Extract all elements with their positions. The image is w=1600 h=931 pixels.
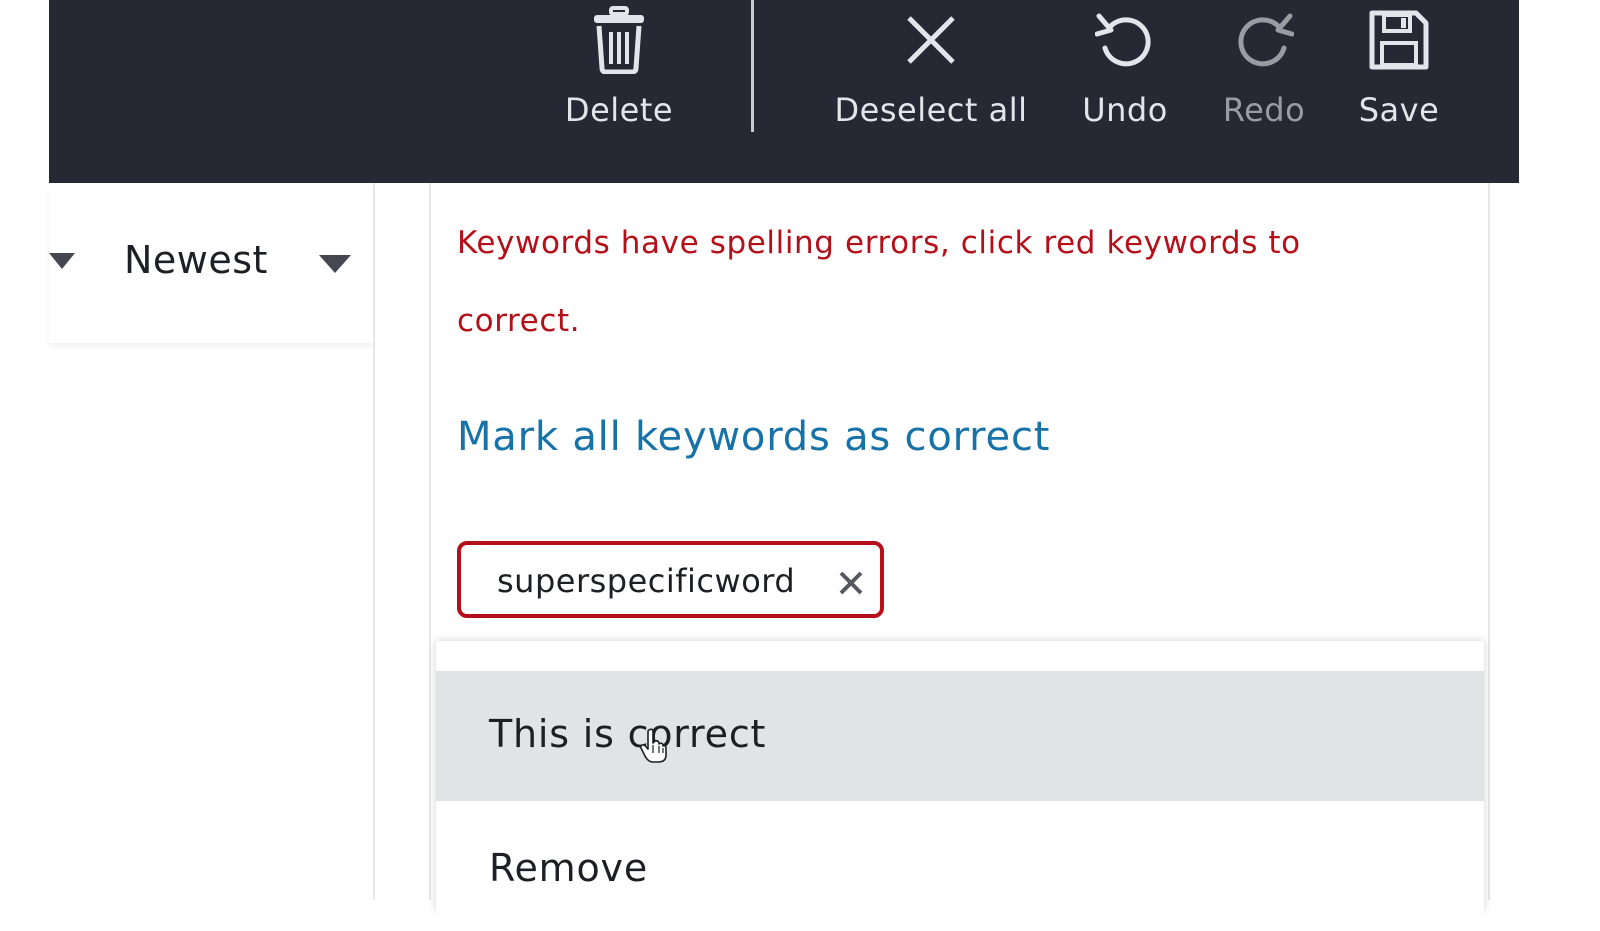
deselect-all-button[interactable]: Deselect all [833, 0, 1029, 183]
hand-pointer-cursor-icon [639, 728, 668, 764]
close-x-icon [833, 6, 1029, 74]
column-divider [373, 183, 375, 900]
sort-dropdown-value[interactable]: Newest [124, 235, 268, 285]
trash-icon [569, 6, 669, 74]
floppy-disk-icon [1354, 6, 1444, 74]
sort-panel: Newest [49, 183, 373, 343]
undo-button[interactable]: Undo [1079, 0, 1171, 183]
column-divider [1488, 183, 1490, 900]
chevron-down-icon[interactable] [49, 253, 75, 269]
keyword-chip[interactable]: superspecificword [457, 541, 884, 618]
keyword-context-menu: This is correct Remove [436, 641, 1484, 931]
delete-label: Delete [564, 91, 674, 129]
spelling-error-message: Keywords have spelling errors, click red… [457, 225, 1301, 339]
menu-item-remove[interactable]: Remove [436, 801, 1484, 931]
redo-button[interactable]: Redo [1217, 0, 1311, 183]
undo-icon [1079, 6, 1171, 74]
column-divider [429, 183, 431, 900]
toolbar-divider [751, 0, 754, 132]
save-label: Save [1358, 91, 1440, 129]
save-button[interactable]: Save [1354, 0, 1444, 183]
chevron-down-icon[interactable] [319, 255, 351, 273]
redo-icon [1217, 6, 1311, 74]
delete-button[interactable]: Delete [565, 0, 673, 183]
keyword-chip-label: superspecificword [497, 562, 796, 600]
menu-item-label: Remove [489, 846, 649, 890]
close-icon[interactable] [837, 569, 865, 597]
menu-item-label: This is correct [489, 712, 767, 756]
mark-all-keywords-correct-link[interactable]: Mark all keywords as correct [457, 410, 1050, 464]
toolbar: Delete Deselect all Undo Redo Save [49, 0, 1519, 183]
deselect-all-label: Deselect all [834, 91, 1028, 129]
menu-item-this-is-correct[interactable]: This is correct [436, 671, 1484, 801]
